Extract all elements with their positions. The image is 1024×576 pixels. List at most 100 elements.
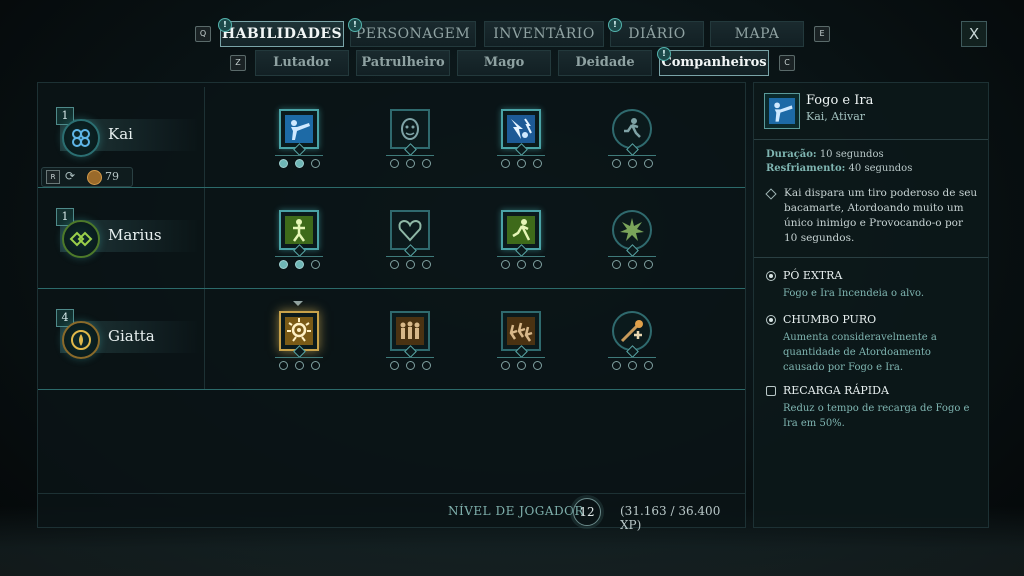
heart-shield-icon xyxy=(398,219,422,242)
upgrade-name: PÓ EXTRA xyxy=(783,269,843,282)
respec-key-hint: R xyxy=(46,170,60,184)
upgrade-pips xyxy=(279,260,339,270)
subtab-lutador[interactable]: Lutador xyxy=(255,50,349,76)
upgrade-description: Aumenta consideravelmente a quantidade d… xyxy=(783,332,937,373)
blunderbuss-shot-icon xyxy=(285,115,313,143)
tab-diario[interactable]: DIÁRIO xyxy=(610,21,704,47)
player-xp: (31.163 / 36.400 XP) xyxy=(620,504,721,532)
upgrade-name: RECARGA RÁPIDA xyxy=(783,384,889,397)
group-figures-icon xyxy=(396,317,424,345)
upgrade-pips xyxy=(501,260,561,270)
upgrade-pips xyxy=(390,361,450,371)
player-level-footer: NÍVEL DE JOGADOR 12 (31.163 / 36.400 XP) xyxy=(38,493,745,532)
radio-selected-icon xyxy=(766,315,776,325)
companion-row-marius: 1 Marius xyxy=(38,188,745,289)
skill-giatta-3[interactable] xyxy=(501,311,541,358)
subtab-patrulheiro[interactable]: Patrulheiro xyxy=(356,50,450,76)
tab-inventario[interactable]: INVENTÁRIO xyxy=(484,21,604,47)
skill-underline xyxy=(386,357,434,358)
roots-figure-icon xyxy=(285,216,313,244)
upgrade-description: Fogo e Ira Incendeia o alvo. xyxy=(783,288,925,299)
companion-row-giatta: 4 Giatta xyxy=(38,289,745,390)
subtab-deidade[interactable]: Deidade xyxy=(558,50,652,76)
skill-underline xyxy=(608,256,656,257)
tab-habilidades[interactable]: HABILIDADES xyxy=(220,21,344,47)
skill-detail-panel: Fogo e Ira Kai, Ativar Duração: 10 segun… xyxy=(753,82,989,528)
skill-description: Kai dispara um tiro poderoso de seu baca… xyxy=(784,187,978,244)
blunderbuss-shot-icon xyxy=(764,93,800,129)
marius-emblem-icon[interactable] xyxy=(62,220,100,258)
respec-cost: 79 xyxy=(105,170,119,183)
tab-mapa[interactable]: MAPA xyxy=(710,21,804,47)
skill-cooldown: Resfriamento: 40 segundos xyxy=(766,163,913,174)
companion-name: Kai xyxy=(108,125,133,143)
subtab-companheiros-alert-icon: ! xyxy=(657,47,671,61)
skill-underline xyxy=(275,155,323,156)
upgrade-pips xyxy=(501,361,561,371)
giatta-emblem-icon[interactable] xyxy=(62,321,100,359)
upgrade-pips xyxy=(390,260,450,270)
skill-subtitle: Kai, Ativar xyxy=(806,110,866,123)
skill-marius-2[interactable] xyxy=(390,210,430,257)
skill-underline xyxy=(497,155,545,156)
coin-icon xyxy=(87,170,102,185)
selection-caret-icon xyxy=(293,301,303,306)
divider xyxy=(754,257,988,258)
refresh-icon: ⟳ xyxy=(65,169,76,183)
skill-kai-3[interactable] xyxy=(501,109,541,156)
prev-tab-key-hint: Q xyxy=(195,26,211,42)
skill-giatta-1[interactable] xyxy=(279,311,319,358)
skill-marius-4[interactable] xyxy=(612,210,652,257)
party-charge-icon xyxy=(507,317,535,345)
dash-figure-icon xyxy=(507,216,535,244)
skill-duration: Duração: 10 segundos xyxy=(766,149,884,160)
running-figure-icon xyxy=(624,118,641,138)
upgrade-pips xyxy=(279,159,339,169)
mask-icon xyxy=(401,118,419,140)
next-tab-key-hint: E xyxy=(814,26,830,42)
upgrade-description: Reduz o tempo de recarga de Fogo e Ira e… xyxy=(783,403,970,429)
player-level-value: 12 xyxy=(573,498,601,526)
skill-underline xyxy=(386,256,434,257)
upgrade-name: CHUMBO PURO xyxy=(783,313,877,326)
burst-star-icon xyxy=(620,218,644,241)
upgrade-pips xyxy=(612,260,672,270)
skill-underline xyxy=(497,256,545,257)
skill-marius-1[interactable] xyxy=(279,210,319,257)
skill-kai-1[interactable] xyxy=(279,109,319,156)
companion-name: Giatta xyxy=(108,327,155,345)
skill-kai-4[interactable] xyxy=(612,109,652,156)
tab-habilidades-alert-icon: ! xyxy=(218,18,232,32)
skill-underline xyxy=(275,256,323,257)
upgrade-pips xyxy=(501,159,561,169)
skill-kai-2[interactable] xyxy=(390,109,430,156)
skill-giatta-2[interactable] xyxy=(390,311,430,358)
kai-emblem-icon[interactable] xyxy=(62,119,100,157)
player-level-label: NÍVEL DE JOGADOR xyxy=(448,504,585,518)
tab-personagem[interactable]: PERSONAGEM xyxy=(350,21,476,47)
skill-marius-3[interactable] xyxy=(501,210,541,257)
lightning-strike-icon xyxy=(507,115,535,143)
companion-header: 4 Giatta xyxy=(38,289,205,389)
subtab-companheiros[interactable]: Companheiros xyxy=(659,50,769,76)
companion-header: 1 Marius xyxy=(38,188,205,288)
next-subtab-key-hint: C xyxy=(779,55,795,71)
companion-header: 1 Kai R ⟳ 79 xyxy=(38,87,205,187)
companions-skill-panel: 1 Kai R ⟳ 79 1 Marius 4 Giatta NÍVEL DE … xyxy=(37,82,746,532)
healing-staff-icon xyxy=(620,320,643,343)
upgrade-pips xyxy=(612,159,672,169)
skill-underline xyxy=(386,155,434,156)
companion-row-kai: 1 Kai R ⟳ 79 xyxy=(38,87,745,188)
upgrade-pips xyxy=(279,361,339,371)
hexagon-empty-icon xyxy=(766,386,776,396)
upgrade-pips xyxy=(612,361,672,371)
skill-underline xyxy=(608,357,656,358)
skill-giatta-4[interactable] xyxy=(612,311,652,358)
close-button[interactable]: X xyxy=(961,21,987,47)
subtab-mago[interactable]: Mago xyxy=(457,50,551,76)
diamond-bullet-icon xyxy=(765,188,777,200)
companion-name: Marius xyxy=(108,226,162,244)
respec-button[interactable]: R ⟳ 79 xyxy=(41,167,133,187)
radio-selected-icon xyxy=(766,271,776,281)
skill-underline xyxy=(608,155,656,156)
